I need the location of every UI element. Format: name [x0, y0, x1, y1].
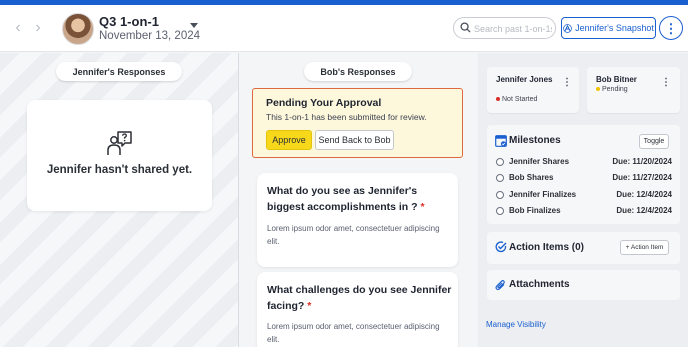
milestone-due: Due: 11/20/2024 — [612, 157, 672, 166]
participant-status: Pending — [596, 86, 628, 93]
attachments-panel: Attachments — [487, 270, 680, 300]
approval-title: Pending Your Approval — [266, 97, 382, 109]
snapshot-icon — [563, 23, 572, 33]
jennifer-responses-header: Jennifer's Responses — [56, 62, 182, 81]
participant-card-bob[interactable]: Bob Bitner Pending ⋮ — [587, 67, 680, 113]
answer-text: Lorem ipsum odor amet, consectetuer adip… — [267, 322, 440, 344]
milestones-toggle-button[interactable]: Toggle — [639, 134, 669, 149]
participant-menu-icon[interactable]: ⋮ — [661, 77, 671, 88]
answer-text: Lorem ipsum odor amet, consectetuer adip… — [267, 224, 440, 246]
milestone-label: Bob Finalizes — [509, 206, 561, 215]
pending-approval-banner: Pending Your Approval This 1-on-1 has be… — [252, 88, 463, 158]
milestone-radio[interactable] — [496, 191, 504, 199]
chevron-down-icon[interactable] — [190, 23, 198, 28]
milestone-label: Jennifer Shares — [509, 157, 570, 166]
participant-menu-icon[interactable]: ⋮ — [562, 77, 572, 88]
approval-subtitle: This 1-on-1 has been submitted for revie… — [266, 112, 427, 122]
milestone-row[interactable]: Bob Shares Due: 11/27/2024 — [496, 173, 672, 185]
attachments-title: Attachments — [509, 279, 570, 290]
add-action-item-button[interactable]: + Action Item — [620, 240, 669, 255]
required-mark: * — [420, 201, 425, 213]
paperclip-icon — [495, 280, 505, 291]
meeting-date: November 13, 2024 — [99, 30, 201, 42]
status-dot — [496, 97, 500, 102]
participant-name: Jennifer Jones — [496, 75, 553, 84]
milestone-row[interactable]: Bob Finalizes Due: 12/4/2024 — [496, 206, 672, 218]
search-box[interactable] — [453, 17, 556, 39]
milestone-radio[interactable] — [496, 207, 504, 215]
participant-status: Not Started — [496, 96, 537, 103]
header: ‹ › Q3 1-on-1 November 13, 2024 Jennifer… — [0, 5, 688, 52]
status-dot — [596, 87, 600, 92]
milestone-row[interactable]: Jennifer Shares Due: 11/20/2024 — [496, 157, 672, 169]
milestone-row[interactable]: Jennifer Finalizes Due: 12/4/2024 — [496, 190, 672, 202]
back-arrow-icon[interactable]: ‹ — [11, 19, 25, 37]
milestone-due: Due: 12/4/2024 — [616, 206, 672, 215]
more-options-button[interactable]: ⋮ — [659, 16, 683, 40]
question-card: What challenges do you see Jennifer faci… — [257, 272, 458, 347]
empty-state-card: Jennifer hasn't shared yet. — [27, 100, 212, 211]
milestones-title: Milestones — [509, 135, 561, 146]
calendar-check-icon — [495, 135, 507, 147]
milestone-radio[interactable] — [496, 174, 504, 182]
question-person-icon — [107, 131, 132, 155]
avatar — [62, 13, 94, 45]
search-icon — [460, 22, 471, 33]
milestone-label: Jennifer Finalizes — [509, 190, 577, 199]
send-back-button[interactable]: Send Back to Bob — [315, 130, 394, 150]
milestone-label: Bob Shares — [509, 173, 554, 182]
search-input[interactable] — [474, 21, 552, 36]
required-mark: * — [307, 300, 312, 312]
forward-arrow-icon[interactable]: › — [31, 19, 45, 37]
participant-name: Bob Bitner — [596, 75, 637, 84]
snapshot-label: Jennifer's Snapshot — [575, 23, 654, 33]
snapshot-button[interactable]: Jennifer's Snapshot — [561, 17, 656, 39]
action-items-panel: Action Items (0) + Action Item — [487, 232, 680, 264]
milestone-due: Due: 11/27/2024 — [612, 173, 672, 182]
question-card: What do you see as Jennifer's biggest ac… — [257, 173, 458, 267]
question-text: What challenges do you see Jennifer faci… — [267, 284, 452, 312]
action-items-title: Action Items (0) — [509, 242, 585, 253]
check-circle-icon — [495, 241, 507, 253]
participant-card-jennifer[interactable]: Jennifer Jones Not Started ⋮ — [487, 67, 579, 113]
milestone-radio[interactable] — [496, 158, 504, 166]
manage-visibility-link[interactable]: Manage Visibility — [486, 320, 546, 329]
empty-state-message: Jennifer hasn't shared yet. — [46, 164, 193, 176]
milestone-due: Due: 12/4/2024 — [616, 190, 672, 199]
bob-responses-header: Bob's Responses — [304, 62, 412, 81]
page-title: Q3 1-on-1 — [99, 14, 159, 29]
approve-button[interactable]: Approve — [266, 130, 312, 150]
question-text: What do you see as Jennifer's biggest ac… — [267, 185, 425, 213]
milestones-panel: Milestones Toggle Jennifer Shares Due: 1… — [487, 125, 680, 224]
